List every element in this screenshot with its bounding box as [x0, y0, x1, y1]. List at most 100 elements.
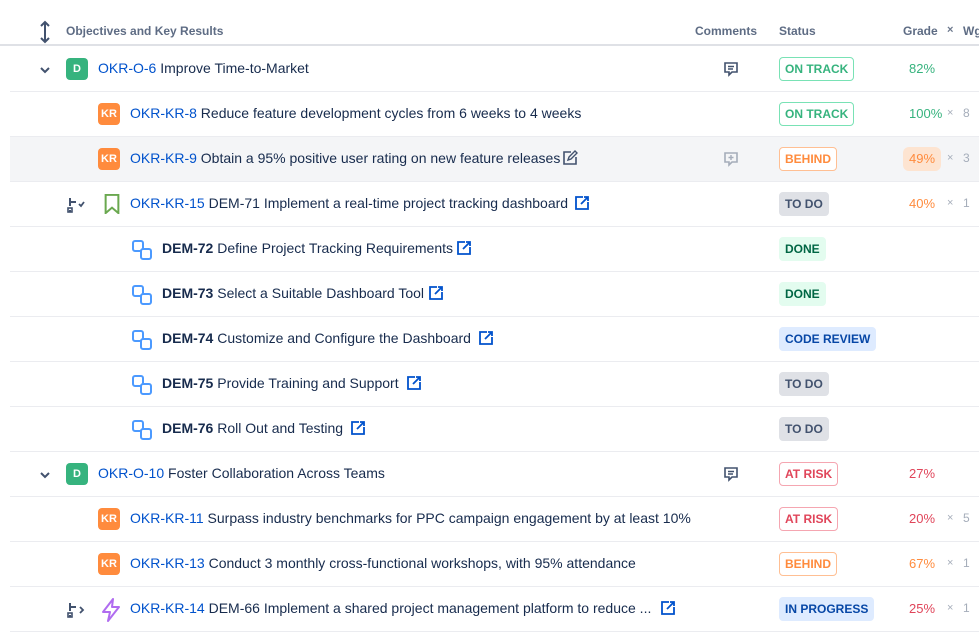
status-badge[interactable]: ON TRACK	[779, 102, 855, 126]
linked-issues-toggle-icon[interactable]	[66, 600, 86, 620]
table-row[interactable]: OKR-KR-15 DEM-71 Implement a real-time p…	[10, 182, 979, 227]
table-row[interactable]: D OKR-O-10 Foster Collaboration Across T…	[10, 452, 979, 497]
row-title[interactable]: OKR-KR-14 DEM-66 Implement a shared proj…	[130, 600, 651, 616]
okr-key-link[interactable]: OKR-KR-9	[130, 150, 197, 166]
grade-value[interactable]: 20%	[903, 507, 941, 531]
weight-value[interactable]: 8	[963, 106, 970, 120]
status-badge[interactable]: DONE	[779, 282, 826, 306]
issue-key-link[interactable]: DEM-76	[162, 420, 213, 436]
subtask-icon	[132, 240, 152, 260]
key-result-badge: KR	[98, 148, 120, 170]
table-row[interactable]: KR OKR-KR-8 Reduce feature development c…	[10, 92, 979, 137]
objective-badge: D	[66, 58, 88, 80]
weight-value[interactable]: 3	[963, 151, 970, 165]
row-title[interactable]: OKR-KR-13 Conduct 3 monthly cross-functi…	[130, 555, 636, 571]
okr-key-link[interactable]: OKR-KR-13	[130, 555, 205, 571]
subtask-icon	[132, 330, 152, 350]
weight-multiply-icon: ×	[947, 152, 954, 164]
table-row[interactable]: KR OKR-KR-13 Conduct 3 monthly cross-fun…	[10, 542, 979, 587]
status-badge[interactable]: IN PROGRESS	[779, 597, 875, 621]
okr-key-link[interactable]: OKR-KR-14	[130, 600, 205, 616]
comment-icon[interactable]	[723, 61, 739, 77]
okr-key-link[interactable]: OKR-KR-8	[130, 105, 197, 121]
external-link-icon[interactable]	[406, 375, 422, 391]
table-row[interactable]: D OKR-O-6 Improve Time-to-Market ON TRAC…	[10, 47, 979, 92]
okr-key-link[interactable]: OKR-O-10	[98, 465, 164, 481]
external-link-icon[interactable]	[428, 285, 444, 301]
table-row[interactable]: DEM-73 Select a Suitable Dashboard Tool …	[10, 272, 979, 317]
sort-expand-icon[interactable]	[38, 20, 52, 44]
okr-key-link[interactable]: OKR-O-6	[98, 60, 156, 76]
external-link-icon[interactable]	[350, 420, 366, 436]
table-row[interactable]: DEM-76 Roll Out and Testing TO DO	[10, 407, 979, 452]
row-title[interactable]: OKR-O-10 Foster Collaboration Across Tea…	[98, 465, 385, 481]
issue-key-link[interactable]: DEM-73	[162, 285, 213, 301]
status-badge[interactable]: TO DO	[779, 372, 829, 396]
chevron-down-icon[interactable]	[38, 468, 52, 482]
weight-value[interactable]: 1	[963, 196, 970, 210]
add-comment-icon[interactable]	[723, 151, 739, 167]
weight-value[interactable]: 5	[963, 511, 970, 525]
row-title[interactable]: DEM-76 Roll Out and Testing	[162, 420, 343, 436]
grade-value[interactable]: 40%	[903, 192, 941, 216]
external-link-icon[interactable]	[456, 240, 472, 256]
external-link-icon[interactable]	[478, 330, 494, 346]
table-row[interactable]: DEM-72 Define Project Tracking Requireme…	[10, 227, 979, 272]
status-badge[interactable]: AT RISK	[779, 507, 839, 531]
status-badge[interactable]: AT RISK	[779, 462, 839, 486]
grade-value[interactable]: 82%	[903, 57, 941, 81]
column-header-okr[interactable]: Objectives and Key Results	[66, 24, 223, 38]
okr-key-link[interactable]: OKR-KR-11	[130, 510, 204, 526]
objective-badge: D	[66, 463, 88, 485]
row-title[interactable]: OKR-KR-8 Reduce feature development cycl…	[130, 105, 581, 121]
row-title[interactable]: OKR-O-6 Improve Time-to-Market	[98, 60, 309, 76]
table-row[interactable]: KR OKR-KR-11 Surpass industry benchmarks…	[10, 497, 979, 542]
external-link-icon[interactable]	[574, 195, 590, 211]
status-badge[interactable]: TO DO	[779, 417, 829, 441]
subtask-icon	[132, 375, 152, 395]
subtask-icon	[132, 285, 152, 305]
weight-value[interactable]: 1	[963, 556, 970, 570]
status-badge[interactable]: BEHIND	[779, 552, 838, 576]
column-header-comments[interactable]: Comments	[695, 24, 757, 38]
comment-icon[interactable]	[723, 466, 739, 482]
status-badge[interactable]: BEHIND	[779, 147, 838, 171]
row-title[interactable]: DEM-75 Provide Training and Support	[162, 375, 399, 391]
column-header-grade[interactable]: Grade	[903, 24, 938, 38]
status-badge[interactable]: TO DO	[779, 192, 829, 216]
issue-key-link[interactable]: DEM-75	[162, 375, 213, 391]
edit-icon[interactable]	[562, 150, 578, 166]
row-title[interactable]: DEM-72 Define Project Tracking Requireme…	[162, 240, 453, 256]
row-title[interactable]: OKR-KR-11 Surpass industry benchmarks fo…	[130, 510, 691, 526]
okr-key-link[interactable]: OKR-KR-15	[130, 195, 205, 211]
status-badge[interactable]: CODE REVIEW	[779, 327, 877, 351]
weight-value[interactable]: 1	[963, 601, 970, 615]
row-title[interactable]: OKR-KR-9 Obtain a 95% positive user rati…	[130, 150, 560, 166]
chevron-down-icon[interactable]	[38, 63, 52, 77]
column-header-weight[interactable]: Wg	[963, 24, 979, 38]
bookmark-icon	[104, 194, 120, 214]
status-badge[interactable]: DONE	[779, 237, 826, 261]
table-row[interactable]: KR OKR-KR-9 Obtain a 95% positive user r…	[10, 137, 979, 182]
external-link-icon[interactable]	[660, 600, 676, 616]
linked-issues-toggle-icon[interactable]	[66, 195, 86, 215]
row-title[interactable]: OKR-KR-15 DEM-71 Implement a real-time p…	[130, 195, 568, 211]
issue-key-link[interactable]: DEM-72	[162, 240, 213, 256]
table-row[interactable]: DEM-74 Customize and Configure the Dashb…	[10, 317, 979, 362]
status-badge[interactable]: ON TRACK	[779, 57, 855, 81]
weight-multiply-icon: ×	[947, 107, 954, 119]
issue-key-link[interactable]: DEM-74	[162, 330, 213, 346]
subtask-icon	[132, 420, 152, 440]
table-row[interactable]: DEM-75 Provide Training and Support TO D…	[10, 362, 979, 407]
row-title[interactable]: DEM-73 Select a Suitable Dashboard Tool	[162, 285, 424, 301]
column-header-status[interactable]: Status	[779, 24, 816, 38]
table-row[interactable]: OKR-KR-14 DEM-66 Implement a shared proj…	[10, 587, 979, 632]
row-title[interactable]: DEM-74 Customize and Configure the Dashb…	[162, 330, 471, 346]
grade-value[interactable]: 25%	[903, 597, 941, 621]
remove-column-icon[interactable]: ×	[947, 24, 953, 36]
grade-value[interactable]: 67%	[903, 552, 941, 576]
grade-value[interactable]: 27%	[903, 462, 941, 486]
grade-value[interactable]: 49%	[903, 147, 942, 171]
key-result-badge: KR	[98, 553, 120, 575]
grade-value[interactable]: 100%	[903, 102, 948, 126]
